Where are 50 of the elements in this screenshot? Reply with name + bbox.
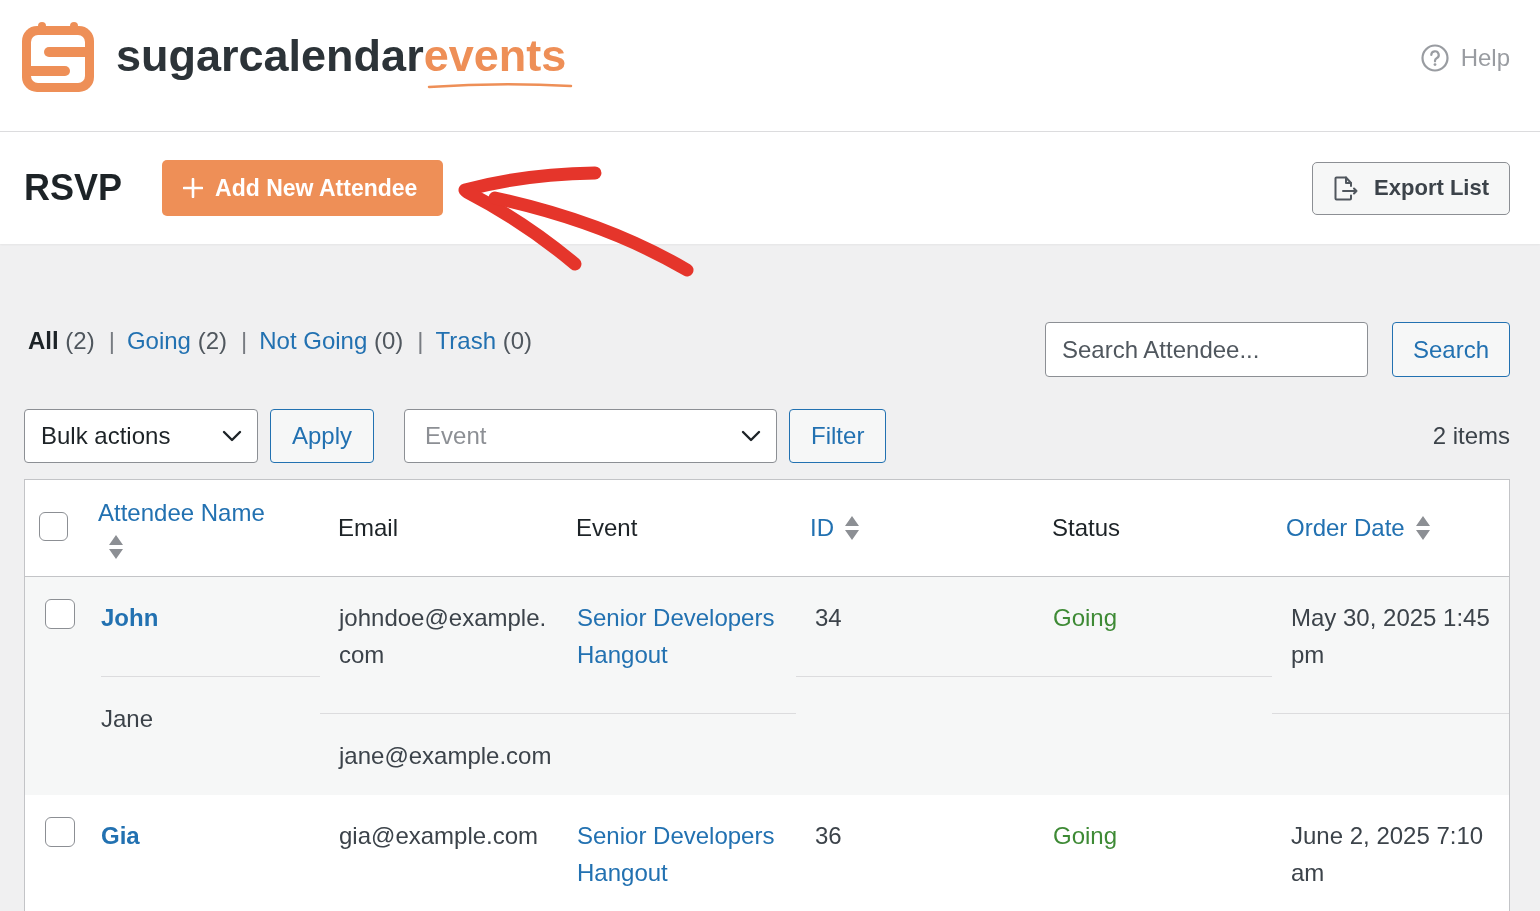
guest-name: Jane [101, 704, 154, 734]
order-date: June 2, 2025 7:10 am [1291, 821, 1485, 888]
view-filter-link[interactable]: Not Going (0) [259, 327, 404, 355]
rsvp-status: Going [1053, 603, 1118, 633]
chevron-down-icon [222, 430, 242, 442]
view-filter-link[interactable]: All (2) [28, 327, 95, 355]
rsvp-status: Going [1053, 821, 1118, 851]
view-filter-link[interactable]: Going (2) [126, 327, 227, 355]
view-separator: | [417, 327, 424, 355]
view-filter-link[interactable]: Trash (0) [435, 327, 532, 355]
column-sort-link[interactable]: Attendee Name [98, 495, 265, 530]
sort-arrows-icon[interactable] [1414, 514, 1431, 542]
guest-email: jane@example.com [339, 741, 552, 771]
view-separator: | [241, 327, 248, 355]
attendee-link[interactable]: Gia [101, 817, 140, 854]
bulk-actions-dropdown[interactable]: Bulk actions [24, 409, 258, 463]
page-title: RSVP [24, 166, 123, 210]
chevron-down-icon [741, 430, 762, 442]
swoosh-icon [427, 82, 574, 89]
plus-icon [183, 178, 204, 198]
logo-wordmark: sugarcalendarevents [116, 31, 567, 81]
attendee-link[interactable]: John [101, 599, 159, 636]
event-dropdown[interactable]: Event [404, 409, 778, 463]
item-count: 2 items [1432, 422, 1510, 450]
help-icon [1420, 44, 1449, 72]
export-file-icon [1333, 175, 1359, 201]
column-header: Event [576, 513, 638, 543]
event-link[interactable]: Senior Developers Hangout [577, 817, 793, 891]
search-button[interactable]: Search [1391, 322, 1510, 377]
row-checkbox[interactable] [45, 817, 75, 847]
export-list-button[interactable]: Export List [1312, 161, 1510, 215]
apply-button[interactable]: Apply [270, 409, 375, 463]
column-header: Email [338, 513, 398, 543]
search-field[interactable]: Search Attendee... [1044, 322, 1368, 377]
attendee-id: 36 [815, 821, 842, 851]
order-date: May 30, 2025 1:45 pm [1291, 603, 1491, 670]
view-separator: | [108, 327, 115, 355]
filter-button[interactable]: Filter [789, 409, 887, 463]
event-link[interactable]: Senior Developers Hangout [577, 599, 793, 673]
attendee-email: gia@example.com [339, 821, 539, 851]
row-checkbox[interactable] [45, 599, 75, 629]
column-sort-link[interactable]: ID [810, 511, 834, 545]
logo-icon [22, 22, 94, 92]
column-sort-link[interactable]: Order Date [1286, 511, 1405, 545]
column-header: Status [1052, 513, 1121, 543]
help-link[interactable]: Help [1420, 44, 1510, 72]
attendee-email: johndoe@example.com [339, 603, 548, 670]
attendee-id: 34 [815, 603, 842, 633]
sort-arrows-icon[interactable] [844, 514, 860, 542]
select-all-checkbox[interactable] [39, 512, 68, 541]
